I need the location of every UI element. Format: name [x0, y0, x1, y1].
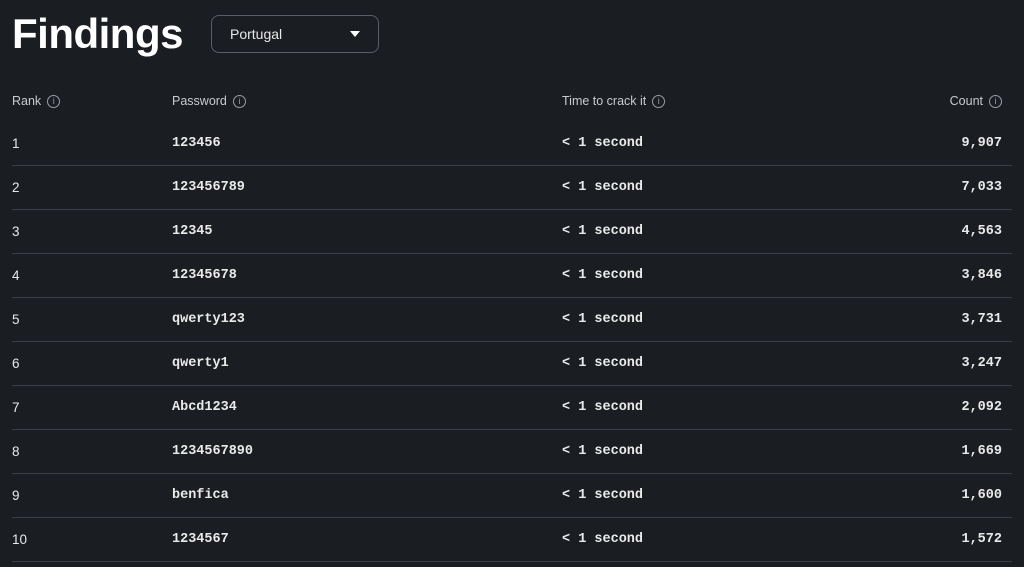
cell-count: 3,846	[852, 268, 1002, 283]
cell-password: benfica	[172, 488, 562, 503]
cell-count: 4,563	[852, 224, 1002, 239]
cell-password: 1234567	[172, 532, 562, 547]
cell-rank: 10	[12, 532, 172, 547]
cell-password: 123456789	[172, 180, 562, 195]
table-header-row: Rank i Password i Time to crack it i Cou…	[12, 86, 1012, 122]
table-row[interactable]: 101234567< 1 second1,572	[12, 518, 1012, 562]
table-row[interactable]: 9benfica< 1 second1,600	[12, 474, 1012, 518]
cell-password: Abcd1234	[172, 400, 562, 415]
info-icon[interactable]: i	[47, 95, 60, 108]
cell-count: 9,907	[852, 136, 1002, 151]
cell-count: 3,247	[852, 356, 1002, 371]
page-header: Findings Portugal	[12, 0, 1012, 86]
cell-time: < 1 second	[562, 444, 852, 459]
cell-rank: 9	[12, 488, 172, 503]
cell-rank: 7	[12, 400, 172, 415]
table-row[interactable]: 312345< 1 second4,563	[12, 210, 1012, 254]
column-header-label: Password	[172, 94, 227, 108]
cell-count: 7,033	[852, 180, 1002, 195]
dropdown-selected-label: Portugal	[230, 26, 282, 42]
cell-rank: 5	[12, 312, 172, 327]
cell-time: < 1 second	[562, 268, 852, 283]
chevron-down-icon	[350, 31, 360, 37]
cell-time: < 1 second	[562, 400, 852, 415]
column-header-label: Count	[950, 94, 983, 108]
table-row[interactable]: 5qwerty123< 1 second3,731	[12, 298, 1012, 342]
cell-count: 3,731	[852, 312, 1002, 327]
column-header-label: Time to crack it	[562, 94, 646, 108]
cell-time: < 1 second	[562, 312, 852, 327]
cell-rank: 8	[12, 444, 172, 459]
cell-rank: 3	[12, 224, 172, 239]
cell-password: 1234567890	[172, 444, 562, 459]
cell-password: 123456	[172, 136, 562, 151]
country-dropdown[interactable]: Portugal	[211, 15, 379, 53]
cell-count: 2,092	[852, 400, 1002, 415]
column-header-password[interactable]: Password i	[172, 94, 562, 108]
cell-rank: 2	[12, 180, 172, 195]
column-header-rank[interactable]: Rank i	[12, 94, 172, 108]
column-header-count[interactable]: Count i	[852, 94, 1002, 108]
cell-password: qwerty123	[172, 312, 562, 327]
table-body: 1123456< 1 second9,9072123456789< 1 seco…	[12, 122, 1012, 562]
cell-password: 12345	[172, 224, 562, 239]
column-header-label: Rank	[12, 94, 41, 108]
cell-count: 1,669	[852, 444, 1002, 459]
info-icon[interactable]: i	[652, 95, 665, 108]
cell-rank: 1	[12, 136, 172, 151]
info-icon[interactable]: i	[989, 95, 1002, 108]
cell-password: 12345678	[172, 268, 562, 283]
findings-table: Rank i Password i Time to crack it i Cou…	[12, 86, 1012, 562]
cell-count: 1,600	[852, 488, 1002, 503]
cell-time: < 1 second	[562, 136, 852, 151]
cell-rank: 6	[12, 356, 172, 371]
cell-time: < 1 second	[562, 532, 852, 547]
page-title: Findings	[12, 10, 183, 58]
cell-password: qwerty1	[172, 356, 562, 371]
cell-rank: 4	[12, 268, 172, 283]
cell-time: < 1 second	[562, 180, 852, 195]
cell-count: 1,572	[852, 532, 1002, 547]
table-row[interactable]: 412345678< 1 second3,846	[12, 254, 1012, 298]
table-row[interactable]: 81234567890< 1 second1,669	[12, 430, 1012, 474]
cell-time: < 1 second	[562, 488, 852, 503]
column-header-time[interactable]: Time to crack it i	[562, 94, 852, 108]
cell-time: < 1 second	[562, 224, 852, 239]
table-row[interactable]: 6qwerty1< 1 second3,247	[12, 342, 1012, 386]
table-row[interactable]: 7Abcd1234< 1 second2,092	[12, 386, 1012, 430]
info-icon[interactable]: i	[233, 95, 246, 108]
table-row[interactable]: 1123456< 1 second9,907	[12, 122, 1012, 166]
cell-time: < 1 second	[562, 356, 852, 371]
table-row[interactable]: 2123456789< 1 second7,033	[12, 166, 1012, 210]
